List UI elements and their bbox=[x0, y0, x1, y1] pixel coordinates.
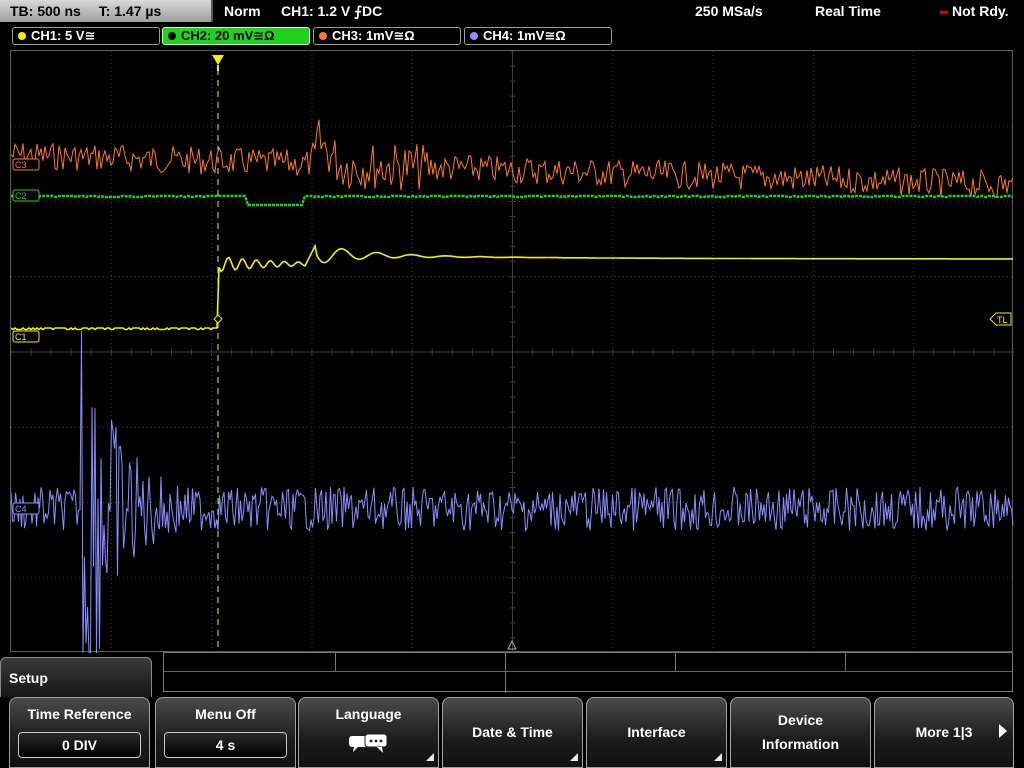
timebase-label: TB: 500 ns bbox=[10, 3, 81, 19]
waveform-canvas: C3 C2 C1 C4 TL bbox=[11, 51, 1014, 653]
ground-marker-ch4[interactable]: C4 bbox=[12, 502, 40, 515]
softkey-label: Date & Time bbox=[472, 724, 553, 740]
softkey-label: Menu Off bbox=[195, 706, 256, 722]
overview-divider bbox=[335, 653, 336, 671]
timebase-box[interactable]: TB: 500 ns T: 1.47 µs bbox=[0, 0, 213, 22]
channel-tab-label: CH3: 1mV≅Ω bbox=[332, 28, 415, 43]
ch4-dot-icon bbox=[470, 32, 478, 40]
acquisition-mode[interactable]: Real Time bbox=[815, 3, 881, 19]
status-bar: TB: 500 ns T: 1.47 µs Norm CH1: 1.2 V ⨍D… bbox=[0, 0, 1024, 25]
language-softkey[interactable]: Language bbox=[298, 697, 439, 768]
device-information-softkey[interactable]: Device Information bbox=[730, 697, 871, 768]
trigger-description[interactable]: CH1: 1.2 V ⨍DC bbox=[281, 3, 382, 20]
trigger-point-icon bbox=[213, 314, 223, 324]
overview-baseline bbox=[164, 671, 1012, 672]
graticule bbox=[11, 51, 1014, 653]
trigger-level-label: TL bbox=[997, 315, 1008, 325]
trigger-time-label: T: 1.47 µs bbox=[98, 3, 162, 19]
speech-bubbles-icon bbox=[349, 733, 388, 753]
submenu-corner-icon bbox=[570, 753, 578, 761]
softkey-label-line1: Device bbox=[777, 712, 824, 728]
more-softkey[interactable]: More 1|3 bbox=[874, 697, 1014, 768]
menu-off-value: 4 s bbox=[164, 732, 287, 758]
submenu-corner-icon bbox=[714, 753, 722, 761]
softkey-label: Interface bbox=[627, 724, 686, 740]
channel-tab-ch2[interactable]: CH2: 20 mV≅Ω bbox=[162, 27, 310, 45]
record-overview-bar[interactable] bbox=[163, 652, 1013, 693]
sample-rate: 250 MSa/s bbox=[695, 3, 763, 19]
channel-tab-label: CH2: 20 mV≅Ω bbox=[181, 28, 275, 43]
marker-label-c4: C4 bbox=[15, 504, 27, 514]
date-time-softkey[interactable]: Date & Time bbox=[442, 697, 583, 768]
softkey-label: Language bbox=[335, 706, 402, 722]
time-reference-softkey[interactable]: Time Reference 0 DIV bbox=[9, 697, 150, 768]
next-page-arrow-icon bbox=[999, 724, 1007, 738]
trigger-status: Not Rdy. bbox=[940, 3, 1009, 19]
ground-marker-ch1[interactable]: C1 bbox=[12, 330, 40, 343]
overview-divider bbox=[845, 653, 846, 671]
channel-tab-label: CH1: 5 V≅ bbox=[31, 28, 96, 43]
softkey-label: Time Reference bbox=[27, 706, 132, 722]
ch3-dot-icon bbox=[319, 32, 327, 40]
ch1-dot-icon bbox=[18, 32, 26, 40]
ground-marker-ch3[interactable]: C3 bbox=[12, 158, 40, 171]
channel-tab-ch3[interactable]: CH3: 1mV≅Ω bbox=[313, 27, 461, 45]
menu-off-softkey[interactable]: Menu Off 4 s bbox=[155, 697, 296, 768]
trigger-position-icon[interactable] bbox=[212, 55, 224, 65]
marker-label-c1: C1 bbox=[15, 332, 27, 342]
overview-divider bbox=[505, 653, 506, 693]
setup-menu-header: Setup bbox=[0, 657, 152, 697]
ground-marker-ch2[interactable]: C2 bbox=[12, 189, 40, 202]
setup-title: Setup bbox=[9, 670, 48, 686]
interface-softkey[interactable]: Interface bbox=[586, 697, 727, 768]
marker-label-c3: C3 bbox=[15, 160, 27, 170]
overview-divider bbox=[675, 653, 676, 671]
marker-label-c2: C2 bbox=[15, 191, 27, 201]
trigger-mode[interactable]: Norm bbox=[224, 3, 261, 19]
trigger-level-marker[interactable]: TL bbox=[989, 312, 1012, 326]
ch2-dot-icon bbox=[168, 32, 176, 40]
channel-tab-ch4[interactable]: CH4: 1mV≅Ω bbox=[464, 27, 612, 45]
submenu-corner-icon bbox=[426, 753, 434, 761]
time-reference-value: 0 DIV bbox=[18, 732, 141, 758]
channel-tab-ch1[interactable]: CH1: 5 V≅ bbox=[12, 27, 160, 45]
softkey-label: More 1|3 bbox=[915, 724, 973, 740]
softkey-label-line2: Information bbox=[762, 736, 839, 752]
waveform-display[interactable]: C3 C2 C1 C4 TL bbox=[10, 50, 1014, 653]
channel-tab-label: CH4: 1mV≅Ω bbox=[483, 28, 566, 43]
